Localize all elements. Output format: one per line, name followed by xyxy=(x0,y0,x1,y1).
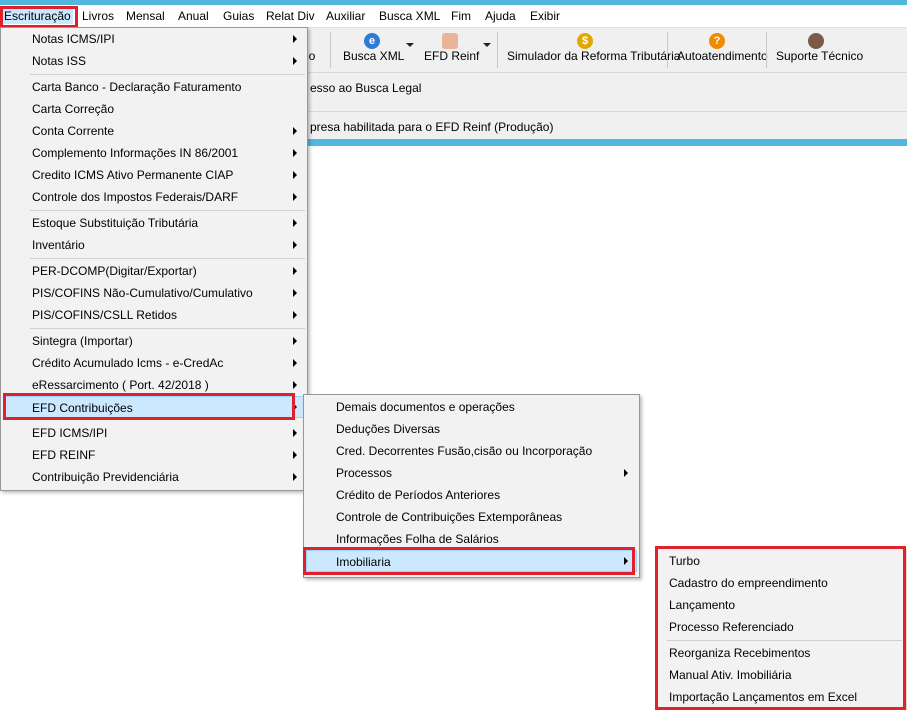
submenu-arrow-icon xyxy=(293,289,297,297)
submenu-arrow-icon xyxy=(293,193,297,201)
menu-item-credito-icms-ciap[interactable]: Credito ICMS Ativo Permanente CIAP xyxy=(3,164,305,186)
busca-xml-icon: e xyxy=(364,33,380,49)
help-icon: ? xyxy=(709,33,725,49)
menu-item-processos[interactable]: Processos xyxy=(306,462,637,484)
submenu-arrow-icon xyxy=(293,267,297,275)
menu-auxiliar[interactable]: Auxiliar xyxy=(324,8,367,24)
menu-item-notas-icms-ipi[interactable]: Notas ICMS/IPI xyxy=(3,28,305,50)
submenu-arrow-icon xyxy=(293,381,297,389)
menu-item-contribuicao-previdenciaria[interactable]: Contribuição Previdenciária xyxy=(3,466,305,488)
info-text-busca-legal: esso ao Busca Legal xyxy=(310,81,422,95)
toolbar-separator xyxy=(330,32,331,68)
menu-item-complemento-informacoes[interactable]: Complemento Informações IN 86/2001 xyxy=(3,142,305,164)
menu-item-pis-cofins[interactable]: PIS/COFINS Não-Cumulativo/Cumulativo xyxy=(3,282,305,304)
menu-separator xyxy=(30,210,305,211)
suporte-button[interactable]: Suporte Técnico xyxy=(772,28,864,72)
menu-guias[interactable]: Guias xyxy=(221,8,256,24)
toolbar-separator xyxy=(667,32,668,68)
menu-relat-div[interactable]: Relat Div xyxy=(264,8,317,24)
menu-item-carta-banco[interactable]: Carta Banco - Declaração Faturamento xyxy=(3,76,305,98)
efd-reinf-button[interactable]: EFD Reinf xyxy=(420,28,484,72)
toolbar-separator xyxy=(497,32,498,68)
menu-mensal[interactable]: Mensal xyxy=(124,8,167,24)
submenu-arrow-icon xyxy=(293,149,297,157)
busca-xml-button[interactable]: e Busca XML xyxy=(338,28,410,72)
menu-anual[interactable]: Anual xyxy=(176,8,211,24)
submenu-arrow-icon xyxy=(293,451,297,459)
menu-item-estoque-st[interactable]: Estoque Substituição Tributária xyxy=(3,212,305,234)
efd-reinf-dropdown-icon[interactable] xyxy=(483,43,491,47)
menu-item-inventario[interactable]: Inventário xyxy=(3,234,305,256)
support-person-icon xyxy=(808,33,824,49)
busca-xml-label: Busca XML xyxy=(343,49,405,63)
submenu-arrow-icon xyxy=(293,359,297,367)
busca-xml-dropdown-icon[interactable] xyxy=(406,43,414,47)
menu-busca-xml[interactable]: Busca XML xyxy=(377,8,442,24)
menu-item-conta-corrente[interactable]: Conta Corrente xyxy=(3,120,305,142)
menu-separator xyxy=(30,74,305,75)
suporte-label: Suporte Técnico xyxy=(776,49,864,63)
submenu-arrow-icon xyxy=(293,311,297,319)
menu-fim[interactable]: Fim xyxy=(449,8,473,24)
menu-item-efd-icms-ipi[interactable]: EFD ICMS/IPI xyxy=(3,422,305,444)
menu-item-credito-periodos-anteriores[interactable]: Crédito de Períodos Anteriores xyxy=(306,484,637,506)
menu-item-demais-documentos[interactable]: Demais documentos e operações xyxy=(306,396,637,418)
annotation-box-escrituracao xyxy=(0,6,78,28)
menu-item-carta-correcao[interactable]: Carta Correção xyxy=(3,98,305,120)
simulador-label: Simulador da Reforma Tributária xyxy=(507,49,681,63)
menu-item-deducoes-diversas[interactable]: Deduções Diversas xyxy=(306,418,637,440)
submenu-arrow-icon xyxy=(293,429,297,437)
info-text-efd-reinf: presa habilitada para o EFD Reinf (Produ… xyxy=(310,120,554,134)
submenu-arrow-icon xyxy=(293,219,297,227)
submenu-arrow-icon xyxy=(293,171,297,179)
menu-item-pis-cofins-csll-retidos[interactable]: PIS/COFINS/CSLL Retidos xyxy=(3,304,305,326)
menu-item-per-dcomp[interactable]: PER-DCOMP(Digitar/Exportar) xyxy=(3,260,305,282)
submenu-arrow-icon xyxy=(293,337,297,345)
submenu-arrow-icon xyxy=(624,469,628,477)
annotation-box-efd-contribuicoes xyxy=(3,393,295,420)
autoatendimento-button[interactable]: ? Autoatendimento xyxy=(673,28,768,72)
menu-exibir[interactable]: Exibir xyxy=(528,8,562,24)
annotation-box-imobiliaria xyxy=(303,547,635,575)
submenu-arrow-icon xyxy=(293,35,297,43)
submenu-arrow-icon xyxy=(293,241,297,249)
efd-reinf-icon xyxy=(442,33,458,49)
submenu-arrow-icon xyxy=(293,127,297,135)
escrituracao-dropdown: Notas ICMS/IPI Notas ISS Carta Banco - D… xyxy=(0,27,308,491)
simulador-button[interactable]: $ Simulador da Reforma Tributária xyxy=(503,28,680,72)
menu-ajuda[interactable]: Ajuda xyxy=(483,8,518,24)
menu-item-notas-iss[interactable]: Notas ISS xyxy=(3,50,305,72)
menu-item-credito-acumulado[interactable]: Crédito Acumulado Icms - e-CredAc xyxy=(3,352,305,374)
autoatendimento-label: Autoatendimento xyxy=(677,49,768,63)
menu-separator xyxy=(30,328,305,329)
dollar-icon: $ xyxy=(577,33,593,49)
efd-reinf-label: EFD Reinf xyxy=(424,49,480,63)
menu-bar: Escrituração Livros Mensal Anual Guias R… xyxy=(0,5,907,28)
menu-separator xyxy=(30,258,305,259)
menu-item-sintegra[interactable]: Sintegra (Importar) xyxy=(3,330,305,352)
menu-item-efd-reinf[interactable]: EFD REINF xyxy=(3,444,305,466)
menu-item-controle-contribuicoes-extemporaneas[interactable]: Controle de Contribuições Extemporâneas xyxy=(306,506,637,528)
toolbar-separator xyxy=(766,32,767,68)
menu-livros[interactable]: Livros xyxy=(80,8,116,24)
annotation-box-imobiliaria-submenu xyxy=(655,546,906,710)
submenu-arrow-icon xyxy=(293,473,297,481)
submenu-arrow-icon xyxy=(293,57,297,65)
menu-item-controle-impostos-federais[interactable]: Controle dos Impostos Federais/DARF xyxy=(3,186,305,208)
menu-item-cred-decorrentes-fusao[interactable]: Cred. Decorrentes Fusão,cisão ou Incorpo… xyxy=(306,440,637,462)
